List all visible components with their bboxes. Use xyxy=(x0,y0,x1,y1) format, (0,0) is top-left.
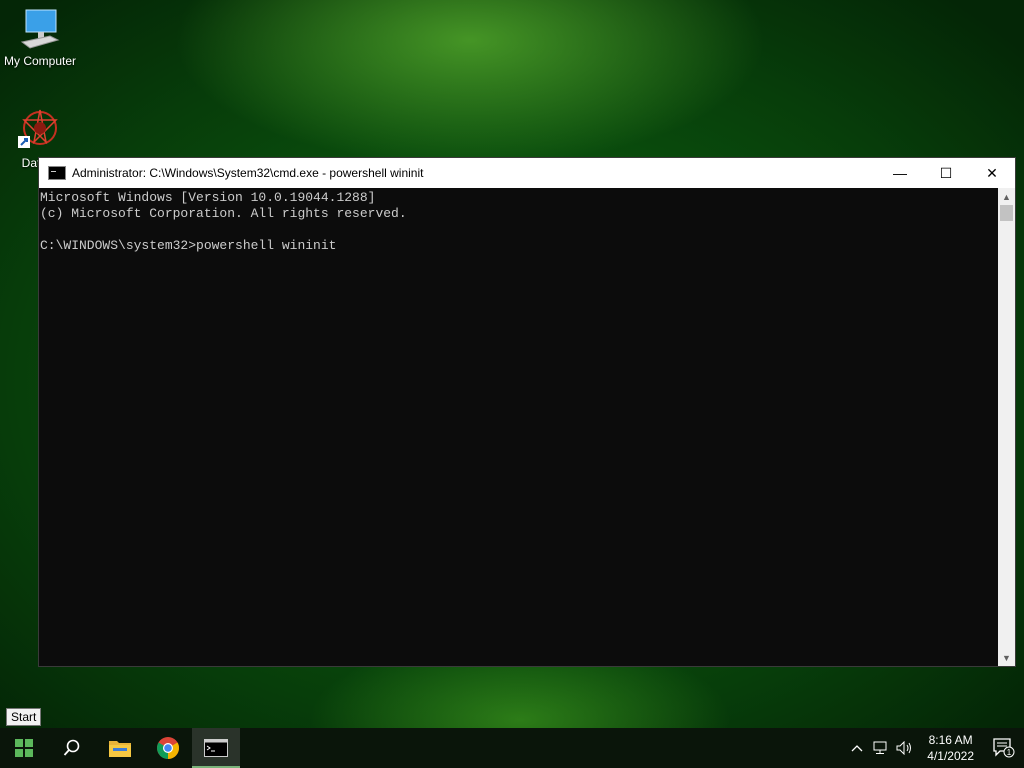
minimize-button[interactable]: — xyxy=(877,158,923,188)
maximize-icon: ☐ xyxy=(939,164,953,181)
chrome-icon xyxy=(157,737,179,759)
action-center-button[interactable]: 1 xyxy=(984,728,1024,768)
search-button[interactable] xyxy=(48,728,96,768)
taskbar: 8:16 AM 4/1/2022 1 xyxy=(0,728,1024,768)
chrome-button[interactable] xyxy=(144,728,192,768)
cmd-icon xyxy=(204,739,228,757)
console-line: Microsoft Windows [Version 10.0.19044.12… xyxy=(40,190,376,205)
console-line: C:\WINDOWS\system32>powershell wininit xyxy=(40,238,337,253)
notification-icon: 1 xyxy=(993,738,1015,758)
close-button[interactable]: ✕ xyxy=(969,158,1015,188)
console-line: (c) Microsoft Corporation. All rights re… xyxy=(40,206,407,221)
clock-time: 8:16 AM xyxy=(928,733,973,747)
minimize-icon: — xyxy=(893,165,907,181)
cmd-app-icon xyxy=(48,166,66,180)
cmd-button[interactable] xyxy=(192,728,240,768)
datawatch-icon xyxy=(18,109,58,148)
network-icon[interactable] xyxy=(869,728,893,768)
desktop-icon-my-computer[interactable]: My Computer xyxy=(0,8,80,68)
scroll-down-icon[interactable]: ▼ xyxy=(998,649,1015,666)
desktop-icon-label: My Computer xyxy=(3,54,77,68)
volume-icon[interactable] xyxy=(893,728,917,768)
console-output[interactable]: Microsoft Windows [Version 10.0.19044.12… xyxy=(39,188,998,666)
scrollbar-thumb[interactable] xyxy=(1000,205,1013,221)
notification-count: 1 xyxy=(1007,748,1012,757)
maximize-button[interactable]: ☐ xyxy=(923,158,969,188)
window-title: Administrator: C:\Windows\System32\cmd.e… xyxy=(72,166,424,180)
search-icon xyxy=(63,739,80,756)
start-tooltip: Start xyxy=(6,708,42,726)
scroll-up-icon[interactable]: ▲ xyxy=(998,188,1015,205)
title-bar[interactable]: Administrator: C:\Windows\System32\cmd.e… xyxy=(39,158,1015,188)
vertical-scrollbar[interactable]: ▲ ▼ xyxy=(998,188,1015,666)
show-hidden-icons-icon[interactable] xyxy=(845,728,869,768)
windows-logo-icon xyxy=(15,739,33,757)
folder-icon xyxy=(109,741,131,757)
system-tray: 8:16 AM 4/1/2022 1 xyxy=(845,728,1024,768)
file-explorer-button[interactable] xyxy=(96,728,144,768)
clock[interactable]: 8:16 AM 4/1/2022 xyxy=(917,732,984,764)
cmd-window[interactable]: Administrator: C:\Windows\System32\cmd.e… xyxy=(38,157,1016,667)
start-button[interactable] xyxy=(0,728,48,768)
close-icon: ✕ xyxy=(986,164,998,181)
clock-date: 4/1/2022 xyxy=(927,749,974,763)
computer-icon xyxy=(20,9,60,49)
